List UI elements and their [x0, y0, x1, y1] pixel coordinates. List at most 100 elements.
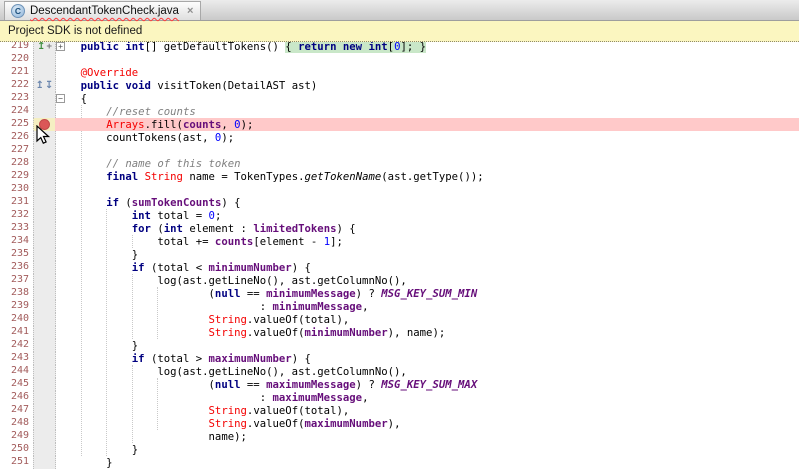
- code-text: log(ast.getLineNo(), ast.getColumnNo(),: [55, 274, 799, 287]
- code-line[interactable]: 236 if (total < minimumNumber) {: [0, 261, 799, 274]
- code-line[interactable]: 220: [0, 53, 799, 66]
- gutter-icon-cell[interactable]: [33, 118, 56, 131]
- gutter-icon-cell[interactable]: [33, 248, 56, 261]
- fold-column: [56, 404, 66, 417]
- gutter-icon-cell[interactable]: [33, 313, 56, 326]
- code-line[interactable]: 233 for (int element : limitedTokens) {: [0, 222, 799, 235]
- line-number: 240: [0, 313, 33, 326]
- code-line[interactable]: 249 name);: [0, 430, 799, 443]
- code-text: {: [55, 92, 799, 105]
- gutter-icon-cell[interactable]: [33, 456, 56, 469]
- gutter-icon-cell[interactable]: [33, 261, 56, 274]
- code-line[interactable]: 226 countTokens(ast, 0);: [0, 131, 799, 144]
- fold-column: [56, 430, 66, 443]
- gutter-icon-cell[interactable]: [33, 53, 56, 66]
- implements-method-icon[interactable]: ↥: [37, 41, 45, 52]
- line-number: 245: [0, 378, 33, 391]
- code-line[interactable]: 234 total += counts[element - 1];: [0, 235, 799, 248]
- fold-column: [56, 79, 66, 92]
- fold-plus-icon[interactable]: +: [56, 42, 65, 51]
- gutter-icon-cell[interactable]: [33, 209, 56, 222]
- code-line[interactable]: 230: [0, 183, 799, 196]
- gutter-icon-cell[interactable]: [33, 170, 56, 183]
- code-line[interactable]: 221 @Override: [0, 66, 799, 79]
- code-line[interactable]: 251 }: [0, 456, 799, 469]
- close-icon[interactable]: ×: [187, 5, 193, 17]
- line-number: 229: [0, 170, 33, 183]
- fold-column: [56, 456, 66, 469]
- gutter-icon-cell[interactable]: ↥↧: [33, 79, 56, 92]
- gutter-icon-cell[interactable]: [33, 287, 56, 300]
- is-overridden-icon[interactable]: ↧: [45, 80, 53, 91]
- code-line[interactable]: 237 log(ast.getLineNo(), ast.getColumnNo…: [0, 274, 799, 287]
- line-number: 235: [0, 248, 33, 261]
- line-number: 241: [0, 326, 33, 339]
- gutter-icon-cell[interactable]: [33, 183, 56, 196]
- gutter-icon-cell[interactable]: [33, 443, 56, 456]
- code-rows: 219↥++ public int[] getDefaultTokens() {…: [0, 40, 799, 469]
- fold-column: [56, 248, 66, 261]
- fold-column: [56, 365, 66, 378]
- gutter-icon-cell[interactable]: [33, 339, 56, 352]
- fold-column[interactable]: −: [56, 92, 66, 105]
- line-number: 226: [0, 131, 33, 144]
- gutter-icon-cell[interactable]: [33, 365, 56, 378]
- code-line[interactable]: 231 if (sumTokenCounts) {: [0, 196, 799, 209]
- gutter-icon-cell[interactable]: [33, 222, 56, 235]
- code-line[interactable]: 242 }: [0, 339, 799, 352]
- code-line[interactable]: 223− {: [0, 92, 799, 105]
- code-line[interactable]: 238 (null == minimumMessage) ? MSG_KEY_S…: [0, 287, 799, 300]
- code-line[interactable]: 235 }: [0, 248, 799, 261]
- code-text: int total = 0;: [55, 209, 799, 222]
- gutter-icon-cell[interactable]: [33, 157, 56, 170]
- gutter-icon-cell[interactable]: [33, 391, 56, 404]
- fold-column: [56, 157, 66, 170]
- gutter-icon-cell[interactable]: [33, 131, 56, 144]
- gutter-icon-cell[interactable]: [33, 430, 56, 443]
- gutter-icon-cell[interactable]: [33, 66, 56, 79]
- code-text: final String name = TokenTypes.getTokenN…: [55, 170, 799, 183]
- code-text: //reset counts: [55, 105, 799, 118]
- code-line[interactable]: 225 Arrays.fill(counts, 0);: [0, 118, 799, 131]
- gutter-icon-cell[interactable]: [33, 235, 56, 248]
- code-line[interactable]: 239 : minimumMessage,: [0, 300, 799, 313]
- code-line[interactable]: 227: [0, 144, 799, 157]
- code-line[interactable]: 248 String.valueOf(maximumNumber),: [0, 417, 799, 430]
- gutter-icon-cell[interactable]: [33, 352, 56, 365]
- code-editor[interactable]: 219↥++ public int[] getDefaultTokens() {…: [0, 40, 799, 469]
- code-text: if (total < minimumNumber) {: [55, 261, 799, 274]
- gutter-plus-icon[interactable]: +: [46, 42, 51, 52]
- banner-message: Project SDK is not defined: [8, 25, 142, 37]
- gutter-icon-cell[interactable]: [33, 417, 56, 430]
- gutter-icon-cell[interactable]: [33, 196, 56, 209]
- code-line[interactable]: 229 final String name = TokenTypes.getTo…: [0, 170, 799, 183]
- code-line[interactable]: 245 (null == maximumMessage) ? MSG_KEY_S…: [0, 378, 799, 391]
- gutter-icon-cell[interactable]: [33, 144, 56, 157]
- gutter-icon-cell[interactable]: [33, 105, 56, 118]
- line-number: 232: [0, 209, 33, 222]
- code-line[interactable]: 243 if (total > maximumNumber) {: [0, 352, 799, 365]
- gutter-icon-cell[interactable]: [33, 92, 56, 105]
- java-class-icon: C: [11, 4, 25, 18]
- breakpoint-icon[interactable]: [39, 119, 50, 130]
- code-line[interactable]: 224 //reset counts: [0, 105, 799, 118]
- gutter-icon-cell[interactable]: [33, 404, 56, 417]
- sdk-warning-banner: Project SDK is not defined: [0, 21, 799, 42]
- code-line[interactable]: 247 String.valueOf(total),: [0, 404, 799, 417]
- code-line[interactable]: 246 : maximumMessage,: [0, 391, 799, 404]
- gutter-icon-cell[interactable]: [33, 378, 56, 391]
- code-line[interactable]: 228 // name of this token: [0, 157, 799, 170]
- fold-minus-icon[interactable]: −: [56, 94, 65, 103]
- code-line[interactable]: 240 String.valueOf(total),: [0, 313, 799, 326]
- code-text: String.valueOf(minimumNumber), name);: [55, 326, 799, 339]
- code-line[interactable]: 241 String.valueOf(minimumNumber), name)…: [0, 326, 799, 339]
- gutter-icon-cell[interactable]: [33, 326, 56, 339]
- overrides-method-icon[interactable]: ↥: [36, 80, 44, 91]
- code-line[interactable]: 222↥↧ public void visitToken(DetailAST a…: [0, 79, 799, 92]
- gutter-icon-cell[interactable]: [33, 300, 56, 313]
- code-line[interactable]: 250 }: [0, 443, 799, 456]
- tab-descendanttokencheck[interactable]: C DescendantTokenCheck.java ×: [4, 1, 201, 20]
- code-line[interactable]: 232 int total = 0;: [0, 209, 799, 222]
- gutter-icon-cell[interactable]: [33, 274, 56, 287]
- code-line[interactable]: 244 log(ast.getLineNo(), ast.getColumnNo…: [0, 365, 799, 378]
